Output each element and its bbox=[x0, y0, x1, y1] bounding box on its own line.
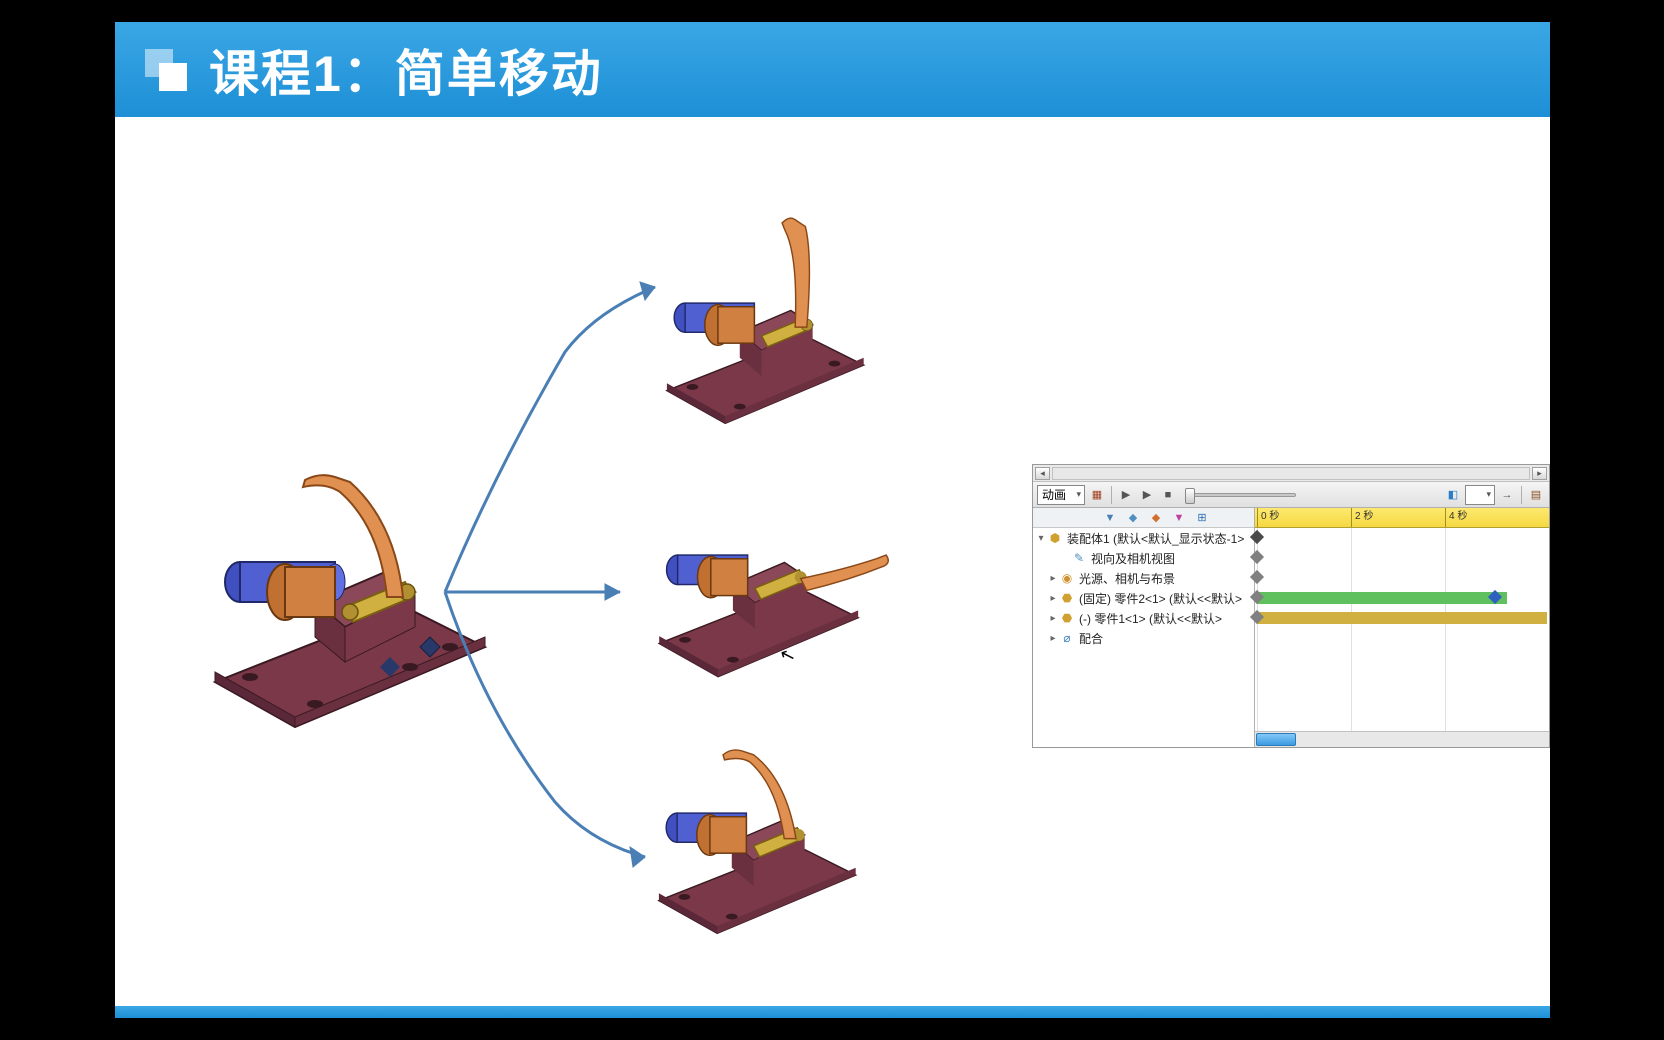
play-start-icon[interactable]: ▶ bbox=[1117, 486, 1135, 504]
tree-root-item[interactable]: ▾ ⬢ 装配体1 (默认<默认_显示状态-1> bbox=[1033, 528, 1254, 548]
assembly-icon: ⬢ bbox=[1047, 530, 1063, 546]
study-type-dropdown[interactable]: 动画 bbox=[1037, 485, 1085, 505]
tree-filter-toolbar: ▼ ◆ ◆ ▼ ⊞ bbox=[1033, 508, 1254, 528]
timeline-area[interactable]: 0 秒 2 秒 4 秒 bbox=[1255, 508, 1549, 747]
tree-item[interactable]: ✎ 视向及相机视图 bbox=[1033, 548, 1254, 568]
slide-bottom-bar bbox=[115, 1006, 1550, 1018]
timeline-hscroll[interactable] bbox=[1255, 731, 1549, 747]
arrow-to-top bbox=[435, 272, 675, 612]
expand-icon[interactable]: ▸ bbox=[1047, 633, 1059, 644]
tree-item-label: 配合 bbox=[1079, 630, 1103, 647]
playback-slider[interactable] bbox=[1186, 493, 1296, 497]
playback-speed-dropdown[interactable] bbox=[1465, 485, 1495, 505]
scroll-right-icon[interactable]: ▸ bbox=[1532, 467, 1547, 480]
motion-toolbar: 动画 ▦ ▶ ▶ ■ ◧ → ▤ bbox=[1033, 482, 1549, 508]
orientation-icon: ✎ bbox=[1071, 550, 1087, 566]
filter-selected-icon[interactable]: ◆ bbox=[1147, 510, 1165, 526]
scroll-track[interactable] bbox=[1052, 467, 1530, 480]
motion-manager-panel: ◂ ▸ 动画 ▦ ▶ ▶ ■ ◧ → ▤ bbox=[1032, 464, 1550, 748]
ruler-tick: 4 秒 bbox=[1445, 508, 1467, 527]
save-animation-icon[interactable]: ▤ bbox=[1527, 486, 1545, 504]
tree-item[interactable]: ▸ ⌀ 配合 bbox=[1033, 628, 1254, 648]
hscroll-thumb[interactable] bbox=[1256, 733, 1296, 746]
change-bar[interactable] bbox=[1257, 592, 1507, 604]
filter-icon[interactable]: ▼ bbox=[1101, 510, 1119, 526]
timeline-rows bbox=[1255, 528, 1549, 628]
part-icon: ⬣ bbox=[1059, 590, 1075, 606]
playback-slider-thumb[interactable] bbox=[1185, 488, 1195, 504]
ruler-tick: 2 秒 bbox=[1351, 508, 1373, 527]
study-type-value: 动画 bbox=[1042, 486, 1066, 503]
timeline-row[interactable] bbox=[1255, 608, 1549, 628]
content-area: ↖ ◂ ▸ 动画 ▦ ▶ ▶ ■ ◧ bbox=[115, 117, 1550, 1006]
scroll-left-icon[interactable]: ◂ bbox=[1035, 467, 1050, 480]
tree-item-label: 视向及相机视图 bbox=[1091, 550, 1175, 567]
timeline-row[interactable] bbox=[1255, 528, 1549, 548]
loop-icon[interactable]: → bbox=[1498, 486, 1516, 504]
calculate-icon[interactable]: ▦ bbox=[1088, 486, 1106, 504]
expand-icon[interactable]: ▸ bbox=[1047, 573, 1059, 584]
motion-tree: ▼ ◆ ◆ ▼ ⊞ ▾ ⬢ 装配体1 (默认<默认_显示状态-1> ✎ bbox=[1033, 508, 1255, 747]
slide: 课程1：简单移动 bbox=[115, 22, 1550, 1018]
timeline-row[interactable] bbox=[1255, 588, 1549, 608]
panel-top-scrollbar[interactable]: ◂ ▸ bbox=[1033, 465, 1549, 482]
stop-icon[interactable]: ■ bbox=[1159, 486, 1177, 504]
expand-icon[interactable]: ▸ bbox=[1047, 613, 1059, 624]
tree-item-label: 光源、相机与布景 bbox=[1079, 570, 1175, 587]
part-icon: ⬣ bbox=[1059, 610, 1075, 626]
collapse-icon[interactable]: ▾ bbox=[1035, 533, 1047, 544]
title-decoration-icon bbox=[145, 49, 187, 91]
filter-driven-icon[interactable]: ◆ bbox=[1124, 510, 1142, 526]
tree-item[interactable]: ▸ ⬣ (固定) 零件2<1> (默认<<默认> bbox=[1033, 588, 1254, 608]
timeline-row[interactable] bbox=[1255, 568, 1549, 588]
filter-results-icon[interactable]: ▼ bbox=[1170, 510, 1188, 526]
mate-icon: ⌀ bbox=[1059, 630, 1075, 646]
timeline-row[interactable] bbox=[1255, 548, 1549, 568]
tree-root-label: 装配体1 (默认<默认_显示状态-1> bbox=[1067, 530, 1244, 547]
playback-mode-icon[interactable]: ◧ bbox=[1444, 486, 1462, 504]
slide-title: 课程1：简单移动 bbox=[209, 34, 603, 106]
tree-item-label: (固定) 零件2<1> (默认<<默认> bbox=[1079, 590, 1242, 607]
tree-item[interactable]: ▸ ⬣ (-) 零件1<1> (默认<<默认> bbox=[1033, 608, 1254, 628]
title-bar: 课程1：简单移动 bbox=[115, 22, 1550, 117]
change-bar[interactable] bbox=[1257, 612, 1547, 624]
tree-item[interactable]: ▸ ◉ 光源、相机与布景 bbox=[1033, 568, 1254, 588]
tree-item-label: (-) 零件1<1> (默认<<默认> bbox=[1079, 610, 1222, 627]
play-icon[interactable]: ▶ bbox=[1138, 486, 1156, 504]
timeline-ruler[interactable]: 0 秒 2 秒 4 秒 bbox=[1255, 508, 1549, 528]
ruler-tick: 0 秒 bbox=[1257, 508, 1279, 527]
filter-all-icon[interactable]: ⊞ bbox=[1193, 510, 1211, 526]
arrow-to-bottom bbox=[435, 582, 665, 872]
expand-icon[interactable]: ▸ bbox=[1047, 593, 1059, 604]
light-icon: ◉ bbox=[1059, 570, 1075, 586]
